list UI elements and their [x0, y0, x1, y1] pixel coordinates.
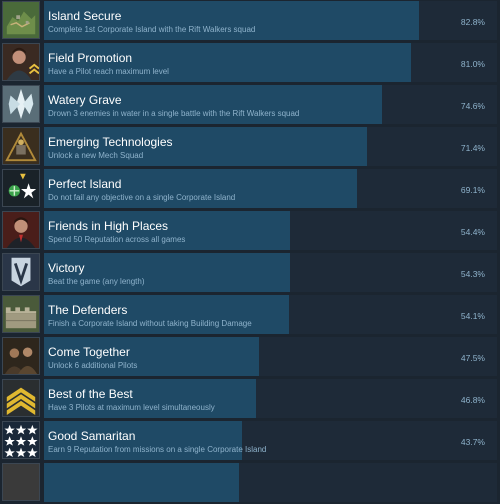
- progress-track: Island Secure Complete 1st Corporate Isla…: [44, 1, 497, 40]
- achievement-row: Good Samaritan Earn 9 Reputation from mis…: [0, 420, 500, 462]
- achievement-description: Have a Pilot reach maximum level: [48, 67, 169, 76]
- achievement-title: The Defenders: [48, 303, 128, 317]
- pilot-group-icon: [2, 337, 40, 375]
- achievement-list: Island Secure Complete 1st Corporate Isla…: [0, 0, 500, 502]
- unlock-percent: 47.5%: [460, 353, 485, 363]
- unlock-percent: 46.8%: [460, 395, 485, 405]
- progress-track: The Defenders Finish a Corporate Island w…: [44, 295, 497, 334]
- achievement-row: Best of the Best Have 3 Pilots at maximum…: [0, 378, 500, 420]
- island-map-icon: [2, 1, 40, 39]
- unlock-percent: 54.4%: [460, 227, 485, 237]
- mech-hangar-icon: [2, 127, 40, 165]
- achievement-row: Watery Grave Drown 3 enemies in water in …: [0, 84, 500, 126]
- unlock-percent: 54.3%: [460, 269, 485, 279]
- achievement-description: Have 3 Pilots at maximum level simultane…: [48, 403, 215, 412]
- achievement-title: Emerging Technologies: [48, 135, 173, 149]
- progress-track: Victory Beat the game (any length) 54.3%: [44, 253, 497, 292]
- objectives-star-icon: [2, 169, 40, 207]
- progress-track: Good Samaritan Earn 9 Reputation from mis…: [44, 421, 497, 460]
- achievement-row: Emerging Technologies Unlock a new Mech S…: [0, 126, 500, 168]
- progress-track: Best of the Best Have 3 Pilots at maximum…: [44, 379, 497, 418]
- achievement-row: Friends in High Places Spend 50 Reputatio…: [0, 210, 500, 252]
- progress-track: Come Together Unlock 6 additional Pilots 4…: [44, 337, 497, 376]
- unlock-percent: 81.0%: [460, 59, 485, 69]
- achievement-row: Victory Beat the game (any length) 54.3%: [0, 252, 500, 294]
- achievement-row: [0, 462, 500, 504]
- achievement-title: Victory: [48, 261, 85, 275]
- achievement-description: Drown 3 enemies in water in a single bat…: [48, 109, 300, 118]
- ceo-portrait-icon: [2, 211, 40, 249]
- achievement-row: Field Promotion Have a Pilot reach maximu…: [0, 42, 500, 84]
- unlock-percent: 43.7%: [460, 437, 485, 447]
- achievement-title: Best of the Best: [48, 387, 133, 401]
- ice-crystal-icon: [2, 85, 40, 123]
- progress-fill: [44, 463, 239, 502]
- achievement-title: Watery Grave: [48, 93, 122, 107]
- achievement-description: Spend 50 Reputation across all games: [48, 235, 186, 244]
- unlock-percent: 74.6%: [460, 101, 485, 111]
- achievement-description: Do not fail any objective on a single Co…: [48, 193, 236, 202]
- achievement-description: Complete 1st Corporate Island with the R…: [48, 25, 256, 34]
- progress-track: Perfect Island Do not fail any objective …: [44, 169, 497, 208]
- rank-chevrons-icon: [2, 379, 40, 417]
- unlock-percent: 82.8%: [460, 17, 485, 27]
- unlock-percent: 71.4%: [460, 143, 485, 153]
- achievement-description: Beat the game (any length): [48, 277, 145, 286]
- achievement-description: Unlock a new Mech Squad: [48, 151, 144, 160]
- pilot-portrait-icon: [2, 43, 40, 81]
- achievement-title: Good Samaritan: [48, 429, 136, 443]
- achievement-row: Island Secure Complete 1st Corporate Isla…: [0, 0, 500, 42]
- progress-track: Emerging Technologies Unlock a new Mech S…: [44, 127, 497, 166]
- progress-track: Watery Grave Drown 3 enemies in water in …: [44, 85, 497, 124]
- achievement-title: Perfect Island: [48, 177, 122, 191]
- achievement-description: Earn 9 Reputation from missions on a sin…: [48, 445, 267, 454]
- achievement-row: Perfect Island Do not fail any objective …: [0, 168, 500, 210]
- reputation-stars-icon: [2, 421, 40, 459]
- achievement-description: Unlock 6 additional Pilots: [48, 361, 138, 370]
- progress-track: [44, 463, 497, 502]
- unlock-percent: 54.1%: [460, 311, 485, 321]
- victory-banner-icon: [2, 253, 40, 291]
- achievement-title: Friends in High Places: [48, 219, 169, 233]
- partial-row-icon: [2, 463, 40, 501]
- achievement-row: The Defenders Finish a Corporate Island w…: [0, 294, 500, 336]
- progress-track: Friends in High Places Spend 50 Reputatio…: [44, 211, 497, 250]
- achievement-description: Finish a Corporate Island without taking…: [48, 319, 252, 328]
- defense-wall-icon: [2, 295, 40, 333]
- achievement-title: Island Secure: [48, 9, 122, 23]
- progress-track: Field Promotion Have a Pilot reach maximu…: [44, 43, 497, 82]
- unlock-percent: 69.1%: [460, 185, 485, 195]
- achievement-row: Come Together Unlock 6 additional Pilots 4…: [0, 336, 500, 378]
- achievement-title: Come Together: [48, 345, 130, 359]
- achievement-title: Field Promotion: [48, 51, 133, 65]
